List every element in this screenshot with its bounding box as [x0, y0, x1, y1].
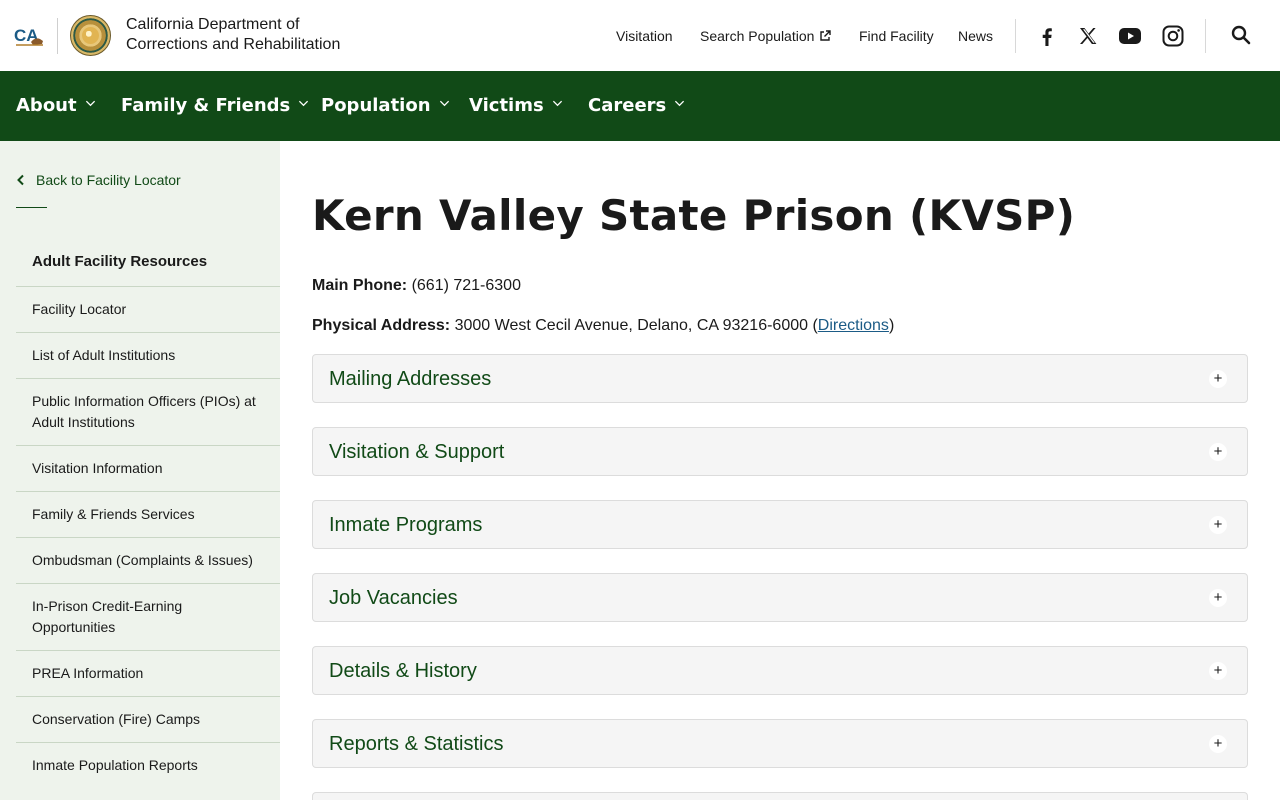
chevron-down-icon	[552, 100, 562, 107]
plus-icon: +	[1209, 516, 1227, 534]
chevron-down-icon	[675, 100, 685, 107]
accordion-partial[interactable]	[312, 792, 1248, 800]
nav-item-label: Careers	[588, 95, 667, 116]
chevron-left-icon	[17, 174, 24, 186]
sidebar-menu: Facility Locator List of Adult Instituti…	[16, 286, 280, 788]
external-link-icon	[820, 30, 832, 41]
nav-item-careers[interactable]: Careers	[588, 95, 685, 117]
youtube-icon[interactable]	[1118, 24, 1142, 48]
page-title: Kern Valley State Prison (KVSP)	[312, 191, 1076, 240]
sidebar: Back to Facility Locator Adult Facility …	[0, 141, 280, 800]
plus-icon: +	[1209, 589, 1227, 607]
chevron-down-icon	[85, 100, 95, 107]
sidebar-item-prea[interactable]: PREA Information	[16, 650, 280, 696]
sidebar-item-population-reports[interactable]: Inmate Population Reports	[16, 742, 280, 788]
back-link-label: Back to Facility Locator	[36, 172, 181, 188]
main-navigation: About Family & Friends Population Victim…	[0, 71, 1280, 141]
accordion-title: Visitation & Support	[329, 441, 505, 463]
department-name-line2: Corrections and Rehabilitation	[126, 36, 341, 53]
accordion-details-history[interactable]: Details & History +	[312, 646, 1248, 695]
accordion-title: Reports & Statistics	[329, 733, 504, 755]
accordion-title: Details & History	[329, 660, 477, 682]
sidebar-item-visitation-information[interactable]: Visitation Information	[16, 445, 280, 491]
sidebar-item-pios[interactable]: Public Information Officers (PIOs) at Ad…	[16, 378, 280, 445]
nav-item-victims[interactable]: Victims	[469, 95, 563, 117]
nav-item-family-friends[interactable]: Family & Friends	[121, 95, 309, 117]
top-link-visitation[interactable]: Visitation	[616, 27, 673, 45]
back-to-facility-locator-link[interactable]: Back to Facility Locator	[16, 171, 181, 189]
physical-address-label: Physical Address:	[312, 317, 451, 334]
address-close-paren: )	[888, 317, 895, 334]
nav-item-label: Victims	[469, 95, 544, 116]
x-icon[interactable]	[1076, 24, 1100, 48]
site-header: CA California Department of Corrections …	[0, 0, 1280, 71]
accordion-inmate-programs[interactable]: Inmate Programs +	[312, 500, 1248, 549]
logo-divider	[57, 18, 58, 54]
facebook-icon[interactable]	[1035, 24, 1059, 48]
physical-address-value: 3000 West Cecil Avenue, Delano, CA 93216…	[454, 317, 818, 334]
search-icon[interactable]	[1231, 25, 1251, 45]
sidebar-item-credit-earning[interactable]: In-Prison Credit-Earning Opportunities	[16, 583, 280, 650]
department-name-line1: California Department of	[126, 16, 300, 33]
top-link-find-facility[interactable]: Find Facility	[859, 27, 934, 45]
sidebar-heading: Adult Facility Resources	[32, 253, 208, 270]
accordion-title: Job Vacancies	[329, 587, 458, 609]
plus-icon: +	[1209, 662, 1227, 680]
plus-icon: +	[1209, 735, 1227, 753]
top-link-news[interactable]: News	[958, 27, 993, 45]
nav-item-about[interactable]: About	[16, 95, 96, 117]
sidebar-item-conservation-camps[interactable]: Conservation (Fire) Camps	[16, 696, 280, 742]
nav-item-population[interactable]: Population	[321, 95, 450, 117]
nav-item-label: Population	[321, 95, 431, 116]
main-phone-value: (661) 721-6300	[411, 277, 521, 294]
accordion-mailing-addresses[interactable]: Mailing Addresses +	[312, 354, 1248, 403]
chevron-down-icon	[299, 100, 309, 107]
sidebar-item-ombudsman[interactable]: Ombudsman (Complaints & Issues)	[16, 537, 280, 583]
nav-item-label: Family & Friends	[121, 95, 291, 116]
top-link-search-population-label: Search Population	[700, 28, 815, 44]
top-link-search-population[interactable]: Search Population	[700, 27, 832, 45]
accordion-visitation-support[interactable]: Visitation & Support +	[312, 427, 1248, 476]
plus-icon: +	[1209, 370, 1227, 388]
accordion-job-vacancies[interactable]: Job Vacancies +	[312, 573, 1248, 622]
department-name[interactable]: California Department of Corrections and…	[126, 15, 340, 55]
plus-icon: +	[1209, 443, 1227, 461]
back-link-underline	[16, 207, 47, 208]
accordion-reports-statistics[interactable]: Reports & Statistics +	[312, 719, 1248, 768]
cdcr-seal-logo[interactable]	[70, 15, 111, 56]
main-phone: Main Phone: (661) 721-6300	[312, 276, 521, 296]
sidebar-item-adult-institutions[interactable]: List of Adult Institutions	[16, 332, 280, 378]
sidebar-item-facility-locator[interactable]: Facility Locator	[16, 286, 280, 332]
physical-address: Physical Address: 3000 West Cecil Avenue…	[312, 316, 894, 336]
accordion-title: Inmate Programs	[329, 514, 483, 536]
nav-item-label: About	[16, 95, 77, 116]
instagram-icon[interactable]	[1161, 24, 1185, 48]
sidebar-item-family-friends-services[interactable]: Family & Friends Services	[16, 491, 280, 537]
main-phone-label: Main Phone:	[312, 277, 408, 294]
directions-link[interactable]: Directions	[818, 317, 889, 334]
ca-gov-logo[interactable]: CA	[14, 24, 46, 48]
accordion-title: Mailing Addresses	[329, 368, 492, 390]
header-divider	[1015, 19, 1016, 53]
chevron-down-icon	[439, 100, 449, 107]
header-divider	[1205, 19, 1206, 53]
